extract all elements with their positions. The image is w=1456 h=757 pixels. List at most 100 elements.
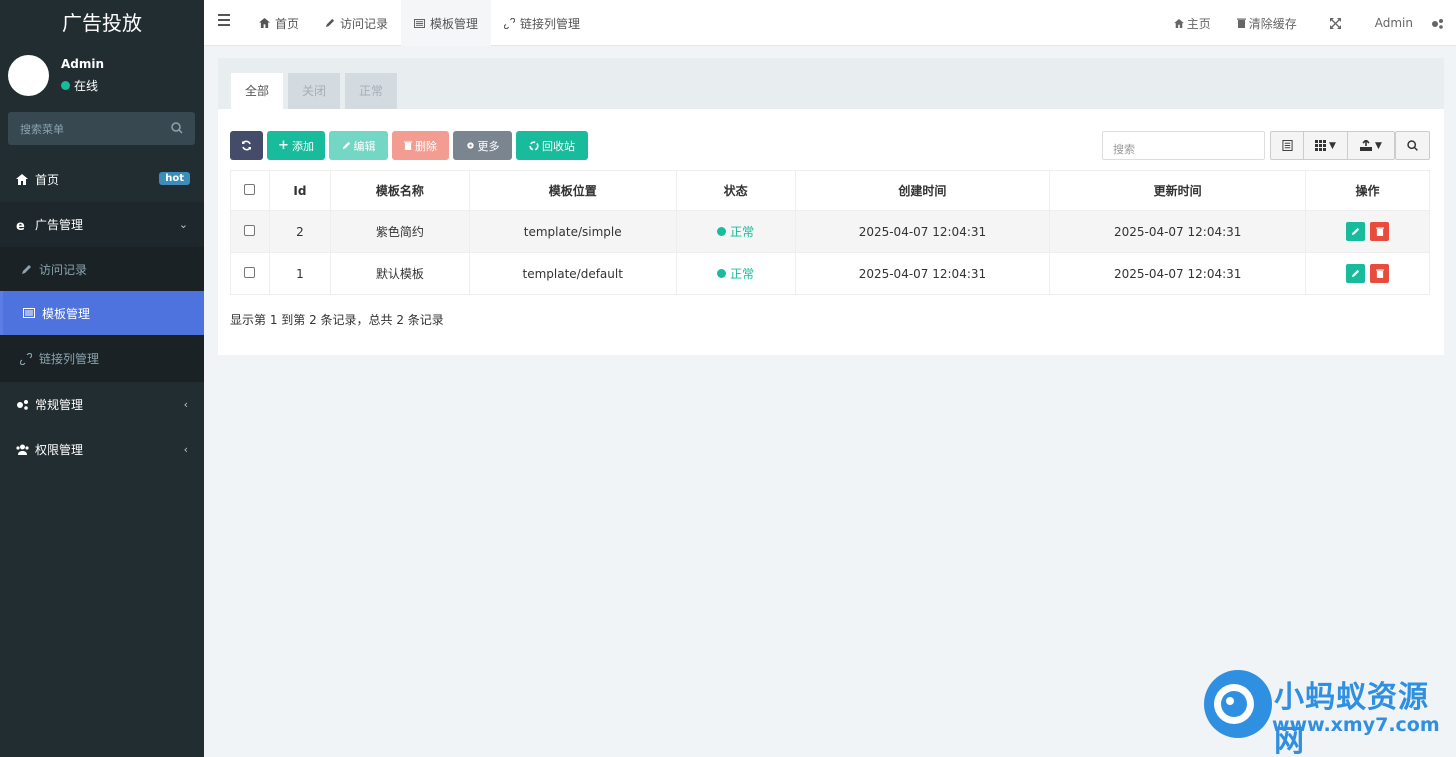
tab-link-columns[interactable]: 链接列管理	[491, 0, 593, 46]
trash-icon	[1375, 227, 1384, 236]
status-dot-icon	[717, 227, 727, 236]
cell-updated: 2025-04-07 12:04:31	[1049, 252, 1307, 295]
more-button[interactable]: 更多	[453, 131, 512, 160]
delete-label: 删除	[415, 139, 437, 153]
plus-icon: +	[278, 138, 289, 153]
cell-path: template/default	[468, 252, 677, 295]
status-badge[interactable]: 正常	[717, 223, 754, 240]
chevron-left-icon: ‹	[183, 398, 188, 411]
col-header-updated[interactable]: 更新时间	[1049, 170, 1307, 211]
sidebar-item-general[interactable]: 常规管理 ‹	[0, 382, 204, 427]
pagination-info: 显示第 1 到第 2 条记录，总共 2 条记录	[230, 313, 444, 327]
row-edit-button[interactable]	[1345, 222, 1365, 241]
fullscreen-button[interactable]	[1310, 17, 1361, 29]
tab-visit-records[interactable]: 访问记录	[312, 0, 401, 46]
status-label: 正常	[730, 267, 755, 281]
sidebar-item-label: 广告管理	[35, 218, 84, 232]
col-header-actions: 操作	[1305, 170, 1430, 211]
home-link[interactable]: 主页	[1161, 15, 1224, 32]
user-status-label: 在线	[74, 79, 99, 93]
tab-label: 访问记录	[340, 16, 389, 31]
recycle-bin-button[interactable]: 回收站	[516, 131, 588, 160]
sidebar-submenu: 访问记录 模板管理 链接列管理	[0, 247, 204, 382]
table-row[interactable]: 2 紫色简约 template/simple 正常 2025-04-07 12:…	[230, 210, 1430, 253]
delete-button[interactable]: 删除	[392, 131, 449, 160]
row-delete-button[interactable]	[1370, 264, 1390, 283]
list-alt-icon	[22, 306, 36, 320]
row-checkbox[interactable]	[244, 224, 256, 236]
columns-dropdown-button[interactable]: ▼	[1304, 131, 1348, 160]
clear-cache-button[interactable]: 清除缓存	[1224, 15, 1310, 32]
sidebar-item-visit-records[interactable]: 访问记录	[0, 247, 204, 291]
unlink-icon	[19, 352, 33, 366]
col-header-path[interactable]: 模板位置	[468, 170, 677, 211]
recycle-icon	[529, 140, 539, 151]
tab-home[interactable]: 首页	[246, 0, 312, 46]
grid-icon	[1315, 140, 1327, 151]
table-search-button[interactable]	[1395, 131, 1430, 160]
menu-search-placeholder: 搜索菜单	[20, 123, 64, 136]
export-dropdown-button[interactable]: ▼	[1348, 131, 1395, 160]
select-all-checkbox[interactable]	[244, 183, 256, 195]
sidebar: 广告投放 Admin 在线 搜索菜单 首页 hot e 广告管理 ⌄ 访问记录	[0, 0, 204, 757]
cell-actions	[1305, 252, 1430, 295]
table-header-row: Id 模板名称 模板位置 状态 创建时间 更新时间 操作	[230, 170, 1430, 211]
table-row[interactable]: 1 默认模板 template/default 正常 2025-04-07 12…	[230, 252, 1430, 295]
user-menu[interactable]: Admin	[1361, 16, 1427, 30]
filter-tab-closed[interactable]: 关闭	[288, 73, 340, 109]
fullscreen-icon	[1329, 17, 1341, 29]
pencil-icon	[1351, 269, 1359, 278]
sidebar-item-ad-management[interactable]: e 广告管理 ⌄	[0, 202, 204, 247]
col-header-created[interactable]: 创建时间	[794, 170, 1051, 211]
app-logo[interactable]: 广告投放	[0, 0, 204, 46]
pencil-icon	[342, 141, 350, 150]
unlink-icon	[504, 17, 516, 29]
col-header-status[interactable]: 状态	[675, 170, 796, 211]
more-label: 更多	[477, 139, 500, 153]
caret-down-icon: ▼	[1329, 140, 1336, 151]
row-delete-button[interactable]	[1370, 222, 1390, 241]
edit-label: 编辑	[353, 139, 376, 153]
row-checkbox[interactable]	[244, 266, 256, 278]
avatar	[8, 55, 49, 96]
sidebar-item-label: 链接列管理	[39, 352, 100, 366]
watermark-logo-icon	[1204, 670, 1272, 738]
toolbar: + 添加 编辑 删除 更多 回收站	[230, 131, 588, 160]
filter-tabs: 全部 关闭 正常	[218, 58, 1444, 109]
menu-toggle-icon[interactable]	[218, 14, 230, 28]
sidebar-item-link-columns[interactable]: 链接列管理	[0, 335, 204, 382]
menu-search-input[interactable]: 搜索菜单	[8, 112, 195, 145]
add-button[interactable]: + 添加	[267, 131, 325, 160]
cogs-icon	[15, 398, 29, 412]
filter-tab-all[interactable]: 全部	[231, 73, 283, 109]
refresh-icon	[242, 140, 251, 151]
row-select-cell	[230, 210, 270, 253]
refresh-button[interactable]	[230, 131, 263, 160]
col-header-id[interactable]: Id	[268, 170, 331, 211]
hot-badge: hot	[159, 172, 190, 185]
search-icon[interactable]	[169, 120, 185, 136]
sidebar-item-home[interactable]: 首页 hot	[0, 157, 204, 202]
cell-name: 紫色简约	[329, 210, 470, 253]
row-edit-button[interactable]	[1345, 264, 1365, 283]
filter-tab-normal[interactable]: 正常	[345, 73, 397, 109]
edit-button[interactable]: 编辑	[329, 131, 388, 160]
sidebar-item-templates[interactable]: 模板管理	[0, 291, 204, 335]
trash-icon	[404, 141, 412, 150]
top-header: 首页 访问记录 模板管理 链接列管理 主页 清除缓存 Admin	[204, 0, 1456, 46]
ie-icon: e	[15, 218, 29, 232]
tab-templates[interactable]: 模板管理	[401, 0, 492, 46]
status-badge[interactable]: 正常	[717, 265, 754, 282]
table-search-input[interactable]: 搜索	[1102, 131, 1265, 160]
row-select-cell	[230, 252, 270, 295]
sidebar-item-label: 访问记录	[39, 262, 88, 277]
recycle-bin-label: 回收站	[542, 139, 575, 153]
gear-icon	[466, 142, 474, 149]
templates-table: Id 模板名称 模板位置 状态 创建时间 更新时间 操作 2 紫色简约 temp…	[230, 170, 1430, 295]
toggle-view-button[interactable]	[1270, 131, 1304, 160]
watermark: 小蚂蚁资源网 www.xmy7.com	[1204, 670, 1454, 757]
settings-button[interactable]	[1427, 18, 1456, 29]
sidebar-item-label: 首页	[35, 173, 60, 187]
sidebar-item-permissions[interactable]: 权限管理 ‹	[0, 427, 204, 472]
col-header-name[interactable]: 模板名称	[329, 170, 470, 211]
